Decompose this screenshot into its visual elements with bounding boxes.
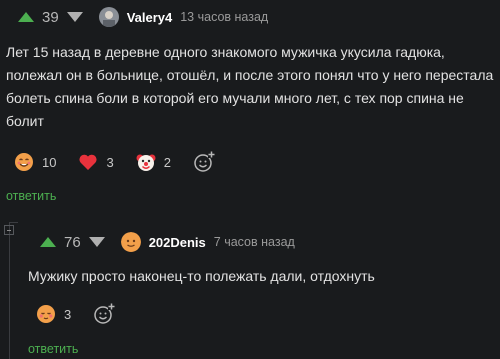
comment-1-text: Лет 15 назад в деревне одного знакомого … <box>6 44 494 129</box>
reaction-count: 2 <box>163 154 171 170</box>
add-reaction-button[interactable] <box>93 303 116 325</box>
comment-1-score: 39 <box>42 8 59 26</box>
reply-link[interactable]: ответить <box>6 189 56 203</box>
comment-2-text: Мужику просто наконец-то полежать дали, … <box>28 268 375 284</box>
avatar[interactable] <box>120 232 141 252</box>
smiling-face-icon <box>15 153 33 171</box>
heart-icon <box>79 154 98 170</box>
avatar[interactable] <box>98 7 119 27</box>
reaction-count: 3 <box>64 306 72 322</box>
thread-line[interactable] <box>9 222 10 359</box>
comment-2-time[interactable]: 7 часов назад <box>214 235 295 249</box>
reaction-heart-button[interactable]: 3 <box>78 153 114 171</box>
comment-1-time[interactable]: 13 часов назад <box>180 10 268 24</box>
comment-2-reactions: 3 <box>36 303 137 325</box>
reaction-smile-button[interactable]: 10 <box>14 152 56 172</box>
thread-line-branch <box>9 222 18 223</box>
upvote-icon[interactable] <box>18 12 34 22</box>
comment-2-author[interactable]: 202Denis <box>149 235 206 250</box>
downvote-icon[interactable] <box>88 237 105 247</box>
comment-1-author[interactable]: Valery4 <box>127 10 173 25</box>
add-reaction-icon <box>94 303 116 324</box>
reaction-blush-button[interactable]: 3 <box>36 304 71 324</box>
comment-1-header: 39 Valery4 13 часов назад <box>18 7 268 27</box>
comment-2-header: 76 202Denis 7 часов назад <box>40 232 295 252</box>
comment-1-reactions: 10 3 2 <box>14 151 237 173</box>
reply-link[interactable]: ответить <box>28 342 78 356</box>
collapse-thread-button[interactable] <box>4 225 14 235</box>
reaction-count: 3 <box>106 154 114 170</box>
comment-2-score: 76 <box>64 233 81 251</box>
clown-face-icon <box>136 154 156 171</box>
reaction-count: 10 <box>42 154 57 170</box>
add-reaction-button[interactable] <box>193 151 215 173</box>
upvote-icon[interactable] <box>40 237 56 247</box>
add-reaction-icon <box>194 151 215 172</box>
blushing-face-icon <box>37 305 55 323</box>
reaction-clown-button[interactable]: 2 <box>136 152 171 172</box>
downvote-icon[interactable] <box>66 12 83 22</box>
